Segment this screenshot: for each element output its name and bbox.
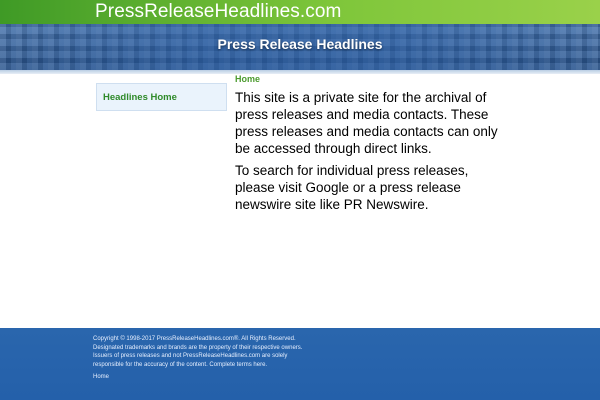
footer-home-link[interactable]: Home [93, 374, 109, 380]
sidebar-item-headlines-home[interactable]: Headlines Home [103, 92, 177, 103]
footer-line: Designated trademarks and brands are the… [93, 344, 303, 351]
banner-divider [0, 70, 600, 74]
footer-line: Issuers of press releases and not PressR… [93, 353, 288, 359]
footer-copyright: Copyright © 1998-2017 PressReleaseHeadli… [93, 335, 323, 369]
intro-paragraph: This site is a private site for the arch… [235, 90, 498, 156]
main-content: This site is a private site for the arch… [235, 89, 507, 218]
breadcrumb[interactable]: Home [235, 74, 260, 84]
footer-line: Copyright © 1998-2017 PressReleaseHeadli… [93, 336, 296, 342]
site-title[interactable]: PressReleaseHeadlines.com [95, 1, 341, 23]
search-paragraph: To search for individual press releases,… [235, 163, 469, 212]
footer-line: responsible for the accuracy of the cont… [93, 361, 268, 368]
banner-title: Press Release Headlines [217, 36, 383, 52]
sidebar: Headlines Home [96, 83, 227, 111]
